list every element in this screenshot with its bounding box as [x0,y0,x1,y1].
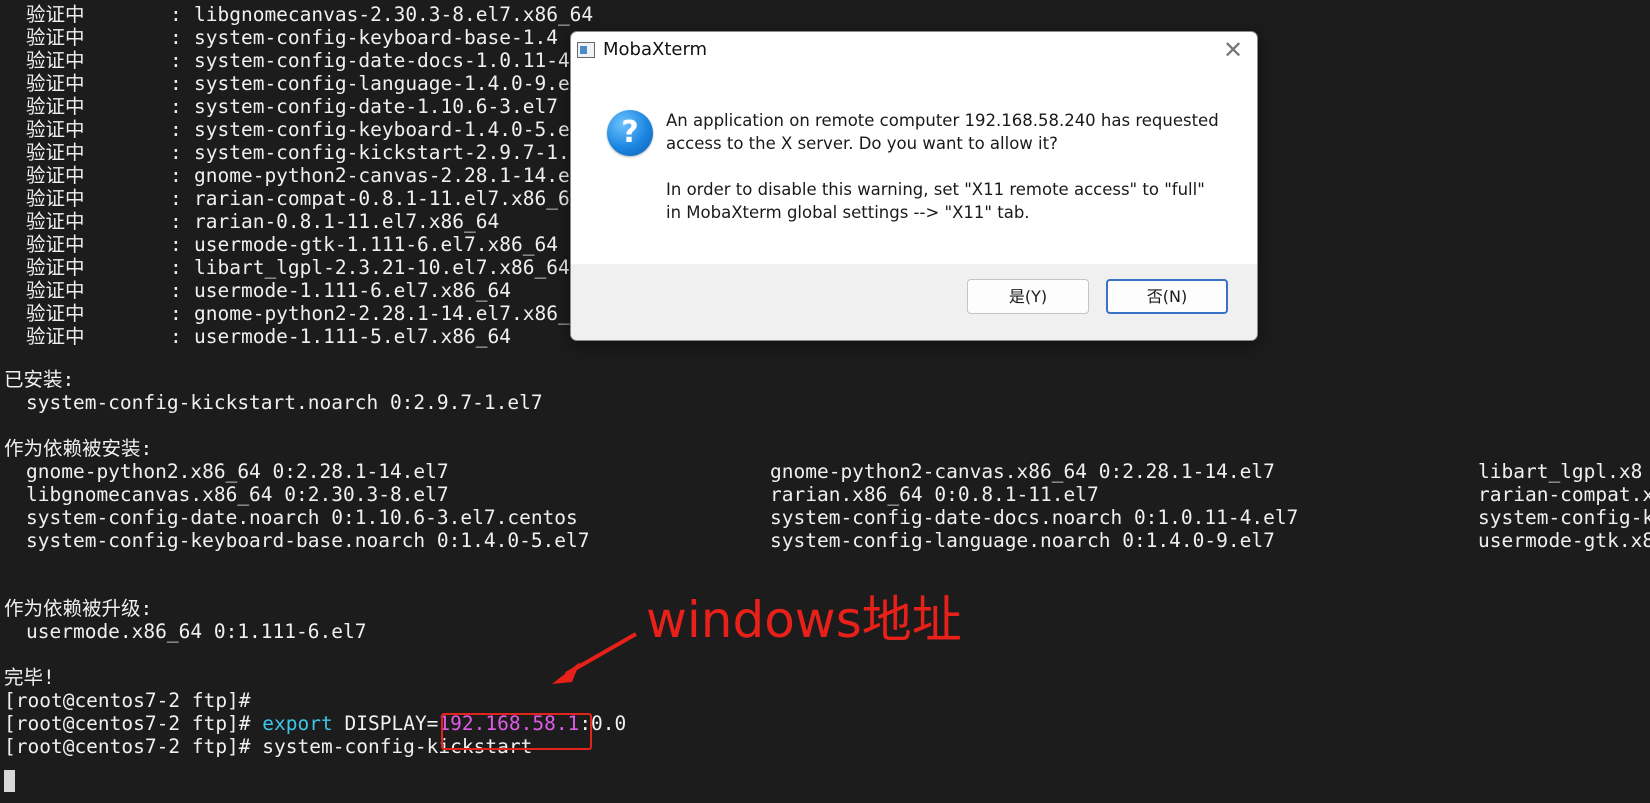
dependency-package: rarian.x86_64 0:0.8.1-11.el7 [770,483,1099,506]
verify-label: 验证中 [26,72,85,95]
verify-separator: : [170,233,182,256]
verify-package: usermode-1.111-5.el7.x86_64 [194,325,511,348]
dialog-message-line3: In order to disable this warning, set "X… [666,180,1205,199]
x11-access-dialog: MobaXterm ✕ ? An application on remote c… [570,31,1258,341]
dependency-package: system-config-language.noarch 0:1.4.0-9.… [770,529,1275,552]
prompt-line: [root@centos7-2 ftp]# [4,689,251,713]
dialog-titlebar[interactable]: MobaXterm ✕ [571,32,1257,68]
dependency-package: gnome-python2-canvas.x86_64 0:2.28.1-14.… [770,460,1275,483]
verify-separator: : [170,164,182,187]
verify-separator: : [170,72,182,95]
no-button[interactable]: 否(N) [1106,279,1228,314]
prompt: [root@centos7-2 ftp]# [4,712,251,735]
dependency-package: gnome-python2.x86_64 0:2.28.1-14.el7 [26,460,449,483]
dependency-package: system-config-date.noarch 0:1.10.6-3.el7… [26,506,578,529]
annotation-arrow-icon [552,632,637,684]
verify-package: rarian-0.8.1-11.el7.x86_64 [194,210,500,233]
dependencies-header: 作为依赖被安装: [4,437,153,460]
export-keyword: export [262,712,333,735]
verify-package: system-config-keyboard-1.4.0-5.e [194,118,570,141]
verify-package: gnome-python2-canvas-2.28.1-14.e [194,164,570,187]
verify-package: system-config-kickstart-2.9.7-1. [194,141,570,164]
verify-package: libgnomecanvas-2.30.3-8.el7.x86_64 [194,3,594,26]
verify-package: usermode-1.111-6.el7.x86_64 [194,279,511,302]
verify-separator: : [170,95,182,118]
terminal-cursor [4,770,15,792]
verify-label: 验证中 [26,164,85,187]
verify-separator: : [170,141,182,164]
verify-separator: : [170,256,182,279]
dialog-message-line1: An application on remote computer 192.16… [666,111,1219,130]
verify-package: system-config-date-docs-1.0.11-4 [194,49,570,72]
display-var: DISPLAY= [344,712,439,735]
verify-label: 验证中 [26,279,85,302]
dependency-package: libart_lgpl.x8 [1478,460,1643,483]
installed-header: 已安装: [4,368,75,391]
dependency-package: system-config-date-docs.noarch 0:1.0.11-… [770,506,1299,529]
verify-separator: : [170,187,182,210]
verify-separator: : [170,49,182,72]
verify-separator: : [170,26,182,49]
dependency-package: system-config-keyboard-base.noarch 0:1.4… [26,529,590,552]
verify-label: 验证中 [26,187,85,210]
verify-package: system-config-keyboard-base-1.4 [194,26,558,49]
prompt: [root@centos7-2 ftp]# [4,735,251,758]
verify-separator: : [170,3,182,26]
verify-separator: : [170,279,182,302]
question-icon: ? [607,110,653,156]
verify-separator: : [170,118,182,141]
verify-separator: : [170,302,182,325]
done-text: 完毕! [4,666,55,689]
verify-label: 验证中 [26,210,85,233]
dependency-package: libgnomecanvas.x86_64 0:2.30.3-8.el7 [26,483,449,506]
verify-package: gnome-python2-2.28.1-14.el7.x86_ [194,302,570,325]
dependency-package: usermode-gtk.x8 [1478,529,1650,552]
verify-label: 验证中 [26,118,85,141]
verify-label: 验证中 [26,95,85,118]
mobaxterm-icon [577,42,595,58]
verify-label: 验证中 [26,302,85,325]
verify-package: libart_lgpl-2.3.21-10.el7.x86_64 [194,256,570,279]
verify-label: 验证中 [26,26,85,49]
ip-highlight-box [441,713,592,750]
verify-package: rarian-compat-0.8.1-11.el7.x86_6 [194,187,570,210]
verify-separator: : [170,325,182,348]
dependency-package: rarian-compat.x [1478,483,1650,506]
dialog-message-line4: in MobaXterm global settings --> "X11" t… [666,203,1030,222]
verify-label: 验证中 [26,3,85,26]
close-icon: ✕ [1222,36,1244,64]
verify-package: system-config-language-1.4.0-9.e [194,72,570,95]
verify-package: system-config-date-1.10.6-3.el7 [194,95,558,118]
verify-package: usermode-gtk-1.111-6.el7.x86_64 [194,233,558,256]
upgraded-header: 作为依赖被升级: [4,597,153,620]
dependency-package: system-config-k [1478,506,1650,529]
yes-button[interactable]: 是(Y) [967,279,1089,314]
verify-separator: : [170,210,182,233]
dialog-title: MobaXterm [603,39,708,60]
verify-label: 验证中 [26,49,85,72]
verify-label: 验证中 [26,233,85,256]
prompt: [root@centos7-2 ftp]# [4,689,251,712]
annotation-label: windows地址 [646,591,962,649]
verify-label: 验证中 [26,141,85,164]
installed-package: system-config-kickstart.noarch 0:2.9.7-1… [26,391,543,414]
close-button[interactable]: ✕ [1219,36,1247,64]
verify-label: 验证中 [26,256,85,279]
verify-label: 验证中 [26,325,85,348]
dialog-message-line2: access to the X server. Do you want to a… [666,134,1058,153]
upgraded-package: usermode.x86_64 0:1.111-6.el7 [26,620,367,643]
